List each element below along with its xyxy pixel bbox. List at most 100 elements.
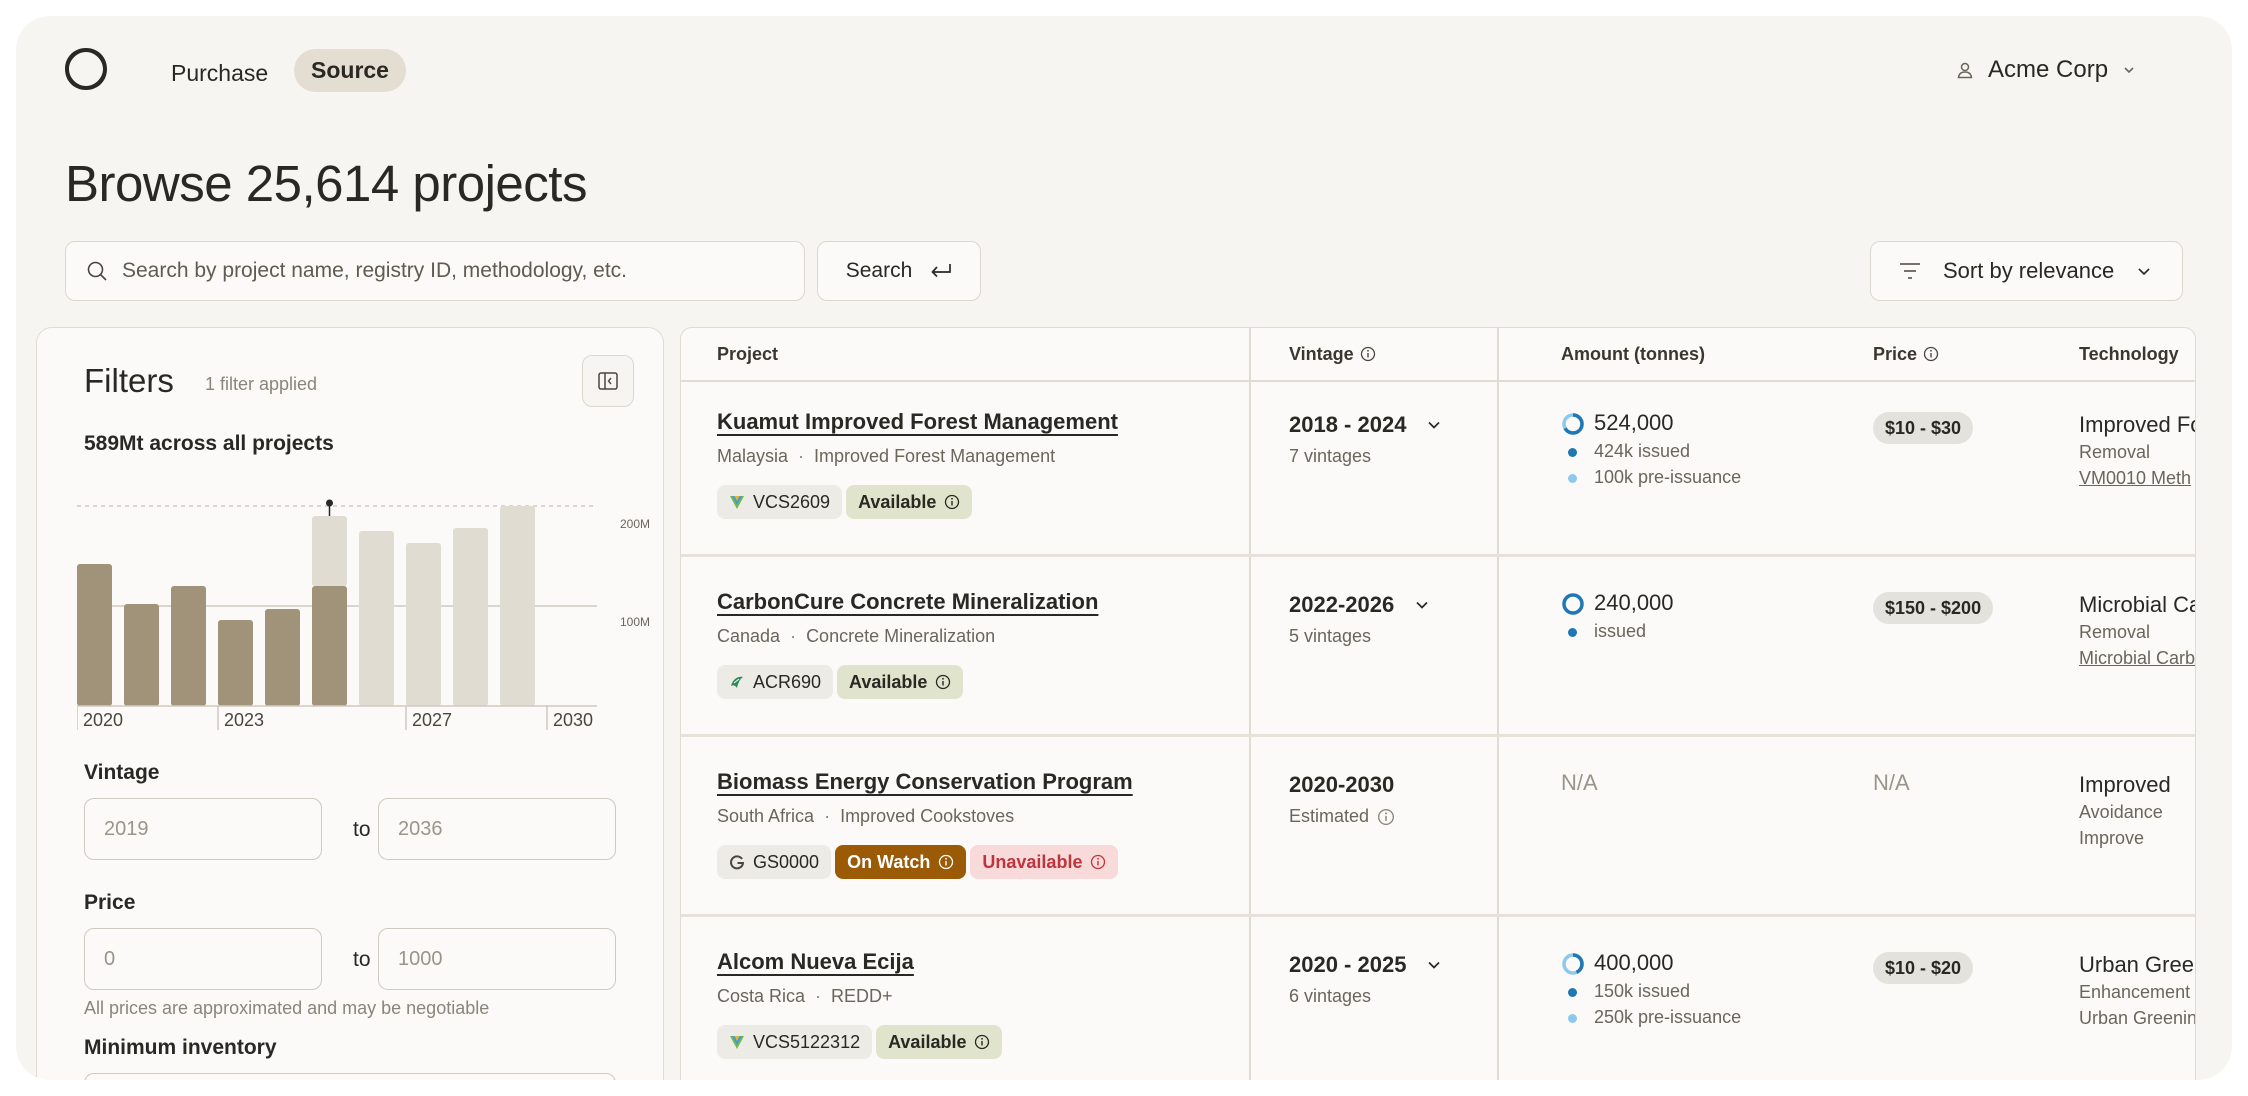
project-category: Improved Cookstoves bbox=[840, 806, 1015, 826]
project-name-link[interactable]: Alcom Nueva Ecija bbox=[717, 949, 914, 975]
sidebar-collapse-icon bbox=[598, 372, 618, 390]
chart-bar-issued-2021[interactable] bbox=[124, 604, 159, 706]
search-icon bbox=[87, 261, 107, 281]
y-tick-100m: 100M bbox=[620, 615, 650, 629]
chevron-down-icon bbox=[1428, 961, 1441, 969]
row-divider bbox=[681, 734, 2195, 737]
vintage-to-label: to bbox=[353, 818, 371, 841]
chart-bar-forecast-2026[interactable] bbox=[359, 531, 394, 706]
x-tick-label-2030: 2030 bbox=[553, 710, 593, 730]
issued-dot-icon bbox=[1568, 628, 1577, 637]
vintage-count: 7 vintages bbox=[1289, 446, 1371, 467]
account-menu[interactable]: Acme Corp bbox=[1956, 56, 2136, 84]
chevron-down-icon bbox=[2124, 67, 2134, 74]
project-country: South Africa bbox=[717, 806, 815, 826]
price-note: All prices are approximated and may be n… bbox=[84, 998, 490, 1018]
vintage-range[interactable]: 2022-2026 bbox=[1289, 592, 1430, 618]
chart-bar-forecast-2027[interactable] bbox=[406, 543, 441, 706]
vintage-estimated-label: Estimated bbox=[1289, 806, 1370, 826]
project-tags: GS0000 On Watch Unavailable bbox=[717, 845, 1119, 879]
amount-not-available: N/A bbox=[1561, 770, 1598, 795]
vintage-estimated: Estimated bbox=[1289, 806, 1395, 827]
technology-name: Urban Gree bbox=[2079, 952, 2194, 977]
status-badge-available[interactable]: Available bbox=[837, 665, 964, 699]
methodology-link[interactable]: VM0010 Meth bbox=[2079, 468, 2191, 489]
x-tick-label-2027: 2027 bbox=[412, 710, 452, 730]
chart-bar-issued-2025[interactable] bbox=[312, 586, 347, 706]
technology-name: Microbial Ca bbox=[2079, 592, 2196, 617]
column-header-technology[interactable]: Technology bbox=[2079, 328, 2179, 380]
amount-total: 400,000 bbox=[1594, 950, 1674, 975]
chevron-down-icon bbox=[1428, 421, 1441, 429]
vintage-range[interactable]: 2020 - 2025 bbox=[1289, 952, 1442, 978]
registry-tag[interactable]: GS0000 bbox=[717, 845, 832, 879]
project-category: Concrete Mineralization bbox=[806, 626, 996, 646]
price-to-input[interactable] bbox=[378, 928, 616, 990]
sort-dropdown[interactable]: Sort by relevance bbox=[1870, 241, 2183, 301]
price-pill: $150 - $200 bbox=[1873, 592, 1994, 624]
chevron-down-icon bbox=[1416, 601, 1428, 609]
status-badge-available[interactable]: Available bbox=[846, 485, 973, 519]
nav-source[interactable]: Source bbox=[294, 49, 406, 92]
project-name-link[interactable]: CarbonCure Concrete Mineralization bbox=[717, 589, 1098, 615]
enter-key-icon bbox=[931, 264, 952, 278]
info-icon bbox=[939, 854, 954, 870]
chart-bar-issued-2020[interactable] bbox=[77, 564, 112, 706]
collapse-panel-button[interactable] bbox=[582, 355, 634, 407]
column-price-label: Price bbox=[1873, 343, 1918, 364]
price-pill: $10 - $30 bbox=[1873, 412, 1974, 444]
column-amount-label: Amount (tonnes) bbox=[1561, 343, 1705, 364]
registry-tag[interactable]: VCS5122312 bbox=[717, 1025, 873, 1059]
row-divider bbox=[681, 914, 2195, 917]
nav-purchase[interactable]: Purchase bbox=[155, 54, 284, 93]
column-header-vintage[interactable]: Vintage bbox=[1289, 328, 1376, 380]
column-divider bbox=[1249, 328, 1251, 1080]
technology-type: Enhancement bbox=[2079, 982, 2191, 1002]
vintage-from-input[interactable] bbox=[84, 798, 322, 860]
methodology-link[interactable]: Microbial Carb bbox=[2079, 648, 2195, 669]
technology-name: Improved Fo bbox=[2079, 412, 2196, 437]
chart-bar-issued-2023[interactable] bbox=[218, 620, 253, 706]
column-header-amount[interactable]: Amount (tonnes) bbox=[1561, 328, 1705, 380]
vintage-range[interactable]: 2018 - 2024 bbox=[1289, 412, 1442, 438]
status-label: Available bbox=[849, 671, 928, 692]
registry-tag[interactable]: ACR690 bbox=[717, 665, 834, 699]
account-name: Acme Corp bbox=[1988, 56, 2109, 83]
info-icon[interactable] bbox=[1360, 346, 1376, 362]
chart-bar-forecast-2028[interactable] bbox=[453, 528, 488, 706]
info-icon[interactable] bbox=[1377, 808, 1395, 826]
project-country: Costa Rica bbox=[717, 986, 806, 1006]
vintage-label: Vintage bbox=[84, 761, 160, 784]
search-button[interactable]: Search bbox=[817, 241, 981, 301]
status-badge-on-watch[interactable]: On Watch bbox=[835, 845, 967, 879]
vintage-to-input[interactable] bbox=[378, 798, 616, 860]
project-meta: Malaysia · Improved Forest Management bbox=[717, 446, 1056, 466]
chart-bar-issued-2024[interactable] bbox=[265, 609, 300, 706]
chart-bar-forecast-2025[interactable] bbox=[312, 516, 347, 586]
vintage-volume-chart[interactable]: 200M 100M 2020 2023 2027 2030 bbox=[77, 468, 657, 743]
status-badge-available[interactable]: Available bbox=[876, 1025, 1003, 1059]
search-box[interactable] bbox=[65, 241, 805, 301]
min-inventory-input[interactable] bbox=[84, 1073, 616, 1080]
chart-bar-issued-2022[interactable] bbox=[171, 586, 206, 706]
project-name-link[interactable]: Kuamut Improved Forest Management bbox=[717, 409, 1118, 435]
status-badge-unavailable[interactable]: Unavailable bbox=[970, 845, 1119, 879]
info-icon[interactable] bbox=[1923, 346, 1939, 362]
amount-pre-issuance: 100k pre-issuance bbox=[1594, 467, 1742, 487]
column-header-project[interactable]: Project bbox=[717, 328, 778, 380]
chart-bar-forecast-2029[interactable] bbox=[500, 506, 535, 706]
amount-pre-issuance: 250k pre-issuance bbox=[1594, 1007, 1742, 1027]
price-to-label: to bbox=[353, 948, 371, 971]
brand-logo-icon[interactable] bbox=[63, 46, 109, 92]
amount-ring-icon bbox=[1562, 413, 1584, 435]
search-input[interactable] bbox=[122, 259, 762, 283]
vintage-range-label: 2020-2030 bbox=[1289, 772, 1395, 797]
price-from-input[interactable] bbox=[84, 928, 322, 990]
status-label: Available bbox=[888, 1031, 967, 1052]
filters-applied-count: 1 filter applied bbox=[205, 374, 318, 394]
search-button-label: Search bbox=[845, 259, 913, 282]
project-meta: South Africa · Improved Cookstoves bbox=[717, 806, 1015, 826]
registry-tag[interactable]: VCS2609 bbox=[717, 485, 843, 519]
column-header-price[interactable]: Price bbox=[1873, 328, 1939, 380]
project-name-link[interactable]: Biomass Energy Conservation Program bbox=[717, 769, 1133, 795]
